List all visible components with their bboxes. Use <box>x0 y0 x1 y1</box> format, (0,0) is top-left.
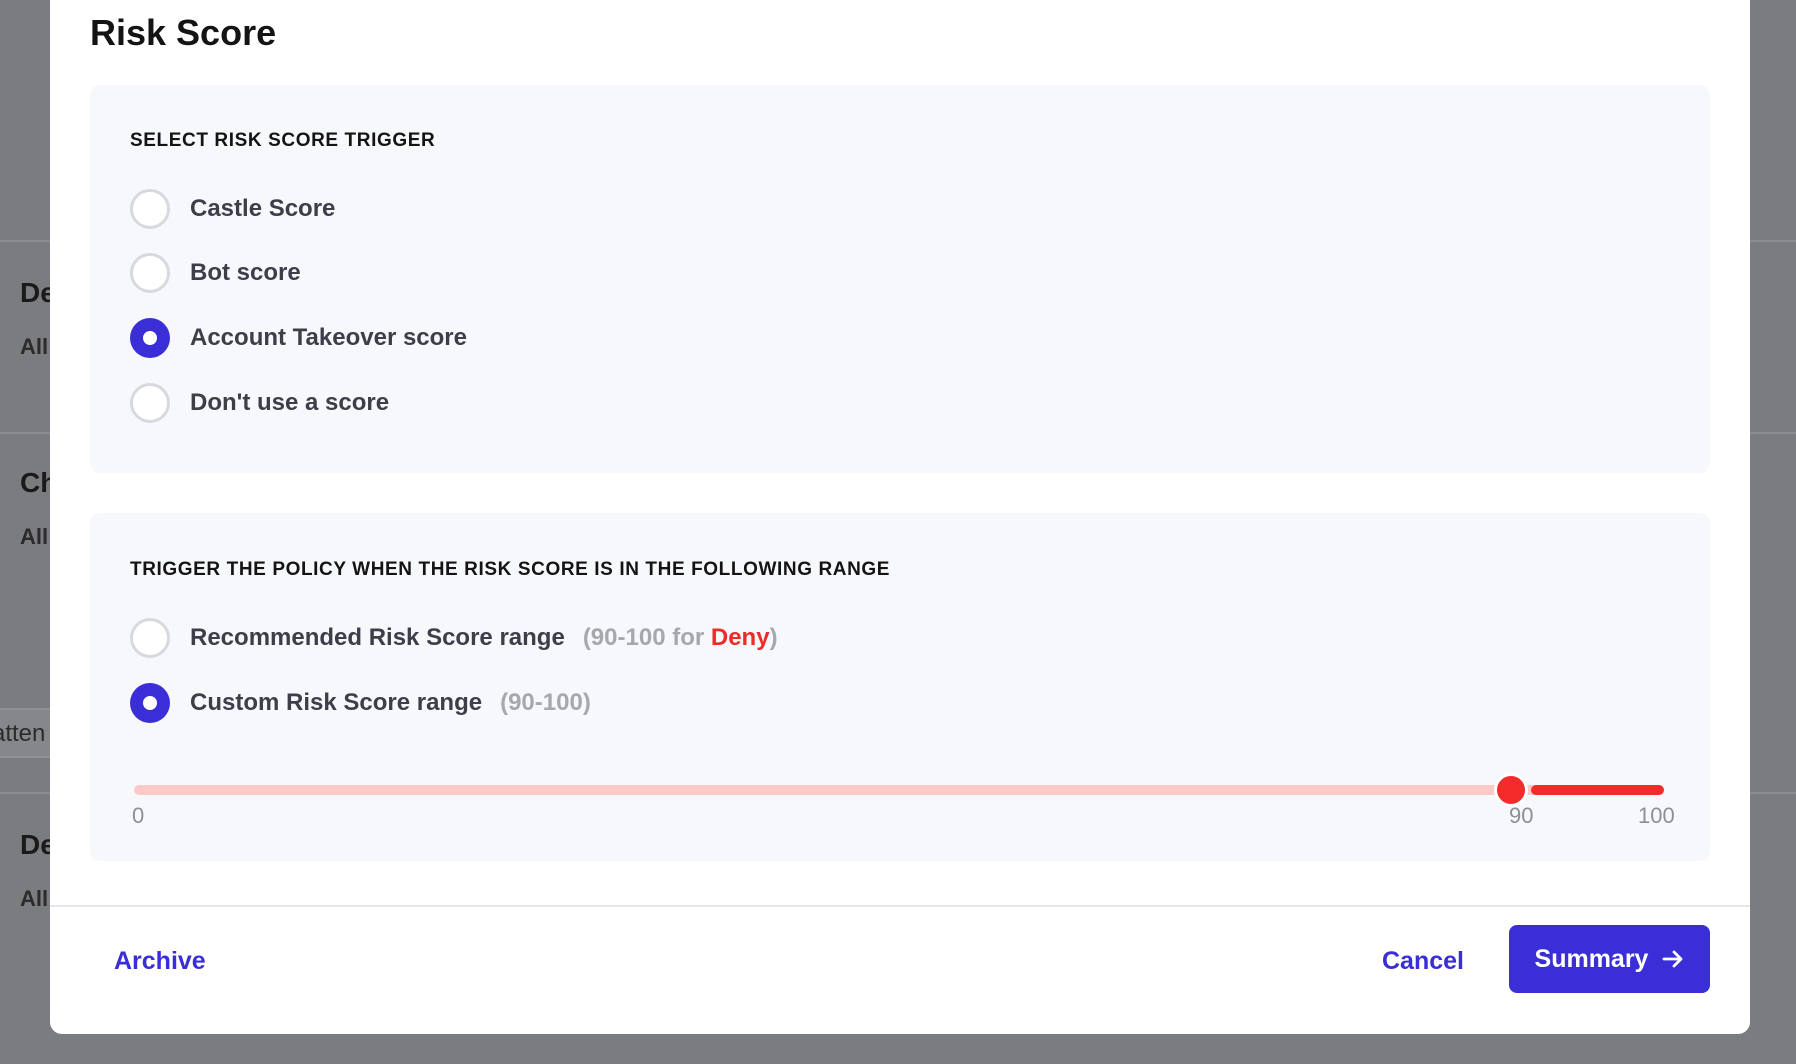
radio-button-selected[interactable] <box>130 683 170 723</box>
background-card-subtitle: All <box>20 334 49 359</box>
slider-thumb[interactable] <box>1494 773 1528 807</box>
radio-button[interactable] <box>130 189 170 229</box>
deny-action-label: Deny <box>710 624 770 651</box>
modal-title: Risk Score <box>90 12 277 53</box>
custom-range-hint: (90-100) <box>500 689 591 716</box>
slider-value-label: 90 <box>1509 803 1534 828</box>
summary-button-label: Summary <box>1534 944 1649 973</box>
radio-option-no-score[interactable]: Don't use a score <box>130 383 389 423</box>
slider-track[interactable] <box>134 785 1664 795</box>
trigger-heading: SELECT RISK SCORE TRIGGER <box>130 130 436 151</box>
radio-label: Recommended Risk Score range <box>190 624 565 651</box>
footer-divider <box>50 905 1750 907</box>
range-panel: TRIGGER THE POLICY WHEN THE RISK SCORE I… <box>90 513 1710 861</box>
radio-option-recommended-range[interactable]: Recommended Risk Score range (90-100 for… <box>130 618 778 658</box>
trigger-panel: SELECT RISK SCORE TRIGGER Castle Score B… <box>90 85 1710 473</box>
risk-score-slider[interactable] <box>134 770 1664 810</box>
radio-button-selected[interactable] <box>130 318 170 358</box>
radio-option-custom-range[interactable]: Custom Risk Score range (90-100) <box>130 683 591 723</box>
radio-button[interactable] <box>130 383 170 423</box>
background-card-subtitle: All <box>20 524 49 549</box>
radio-button[interactable] <box>130 253 170 293</box>
arrow-right-icon <box>1662 949 1684 969</box>
radio-label: Castle Score <box>190 195 336 222</box>
radio-button[interactable] <box>130 618 170 658</box>
cancel-button[interactable]: Cancel <box>1382 947 1464 976</box>
background-input-text: atten <box>0 720 46 747</box>
radio-label: Custom Risk Score range <box>190 689 483 716</box>
radio-dot-icon <box>143 331 157 345</box>
radio-option-account-takeover-score[interactable]: Account Takeover score <box>130 318 467 358</box>
radio-option-bot-score[interactable]: Bot score <box>130 253 301 293</box>
risk-score-modal: Risk Score SELECT RISK SCORE TRIGGER Cas… <box>50 0 1750 1034</box>
slider-min-label: 0 <box>132 803 145 828</box>
slider-max-label: 100 <box>1638 803 1675 828</box>
range-heading: TRIGGER THE POLICY WHEN THE RISK SCORE I… <box>130 559 891 580</box>
radio-label: Don't use a score <box>190 389 390 416</box>
radio-label: Account Takeover score <box>190 324 467 351</box>
slider-track-fill <box>1531 785 1664 795</box>
background-card-subtitle: All <box>20 886 49 911</box>
archive-button[interactable]: Archive <box>114 947 206 976</box>
radio-dot-icon <box>143 696 157 710</box>
radio-option-castle-score[interactable]: Castle Score <box>130 189 335 229</box>
radio-label: Bot score <box>190 259 301 286</box>
summary-button[interactable]: Summary <box>1509 925 1710 993</box>
recommended-range-hint: (90-100 for Deny) <box>582 624 778 651</box>
